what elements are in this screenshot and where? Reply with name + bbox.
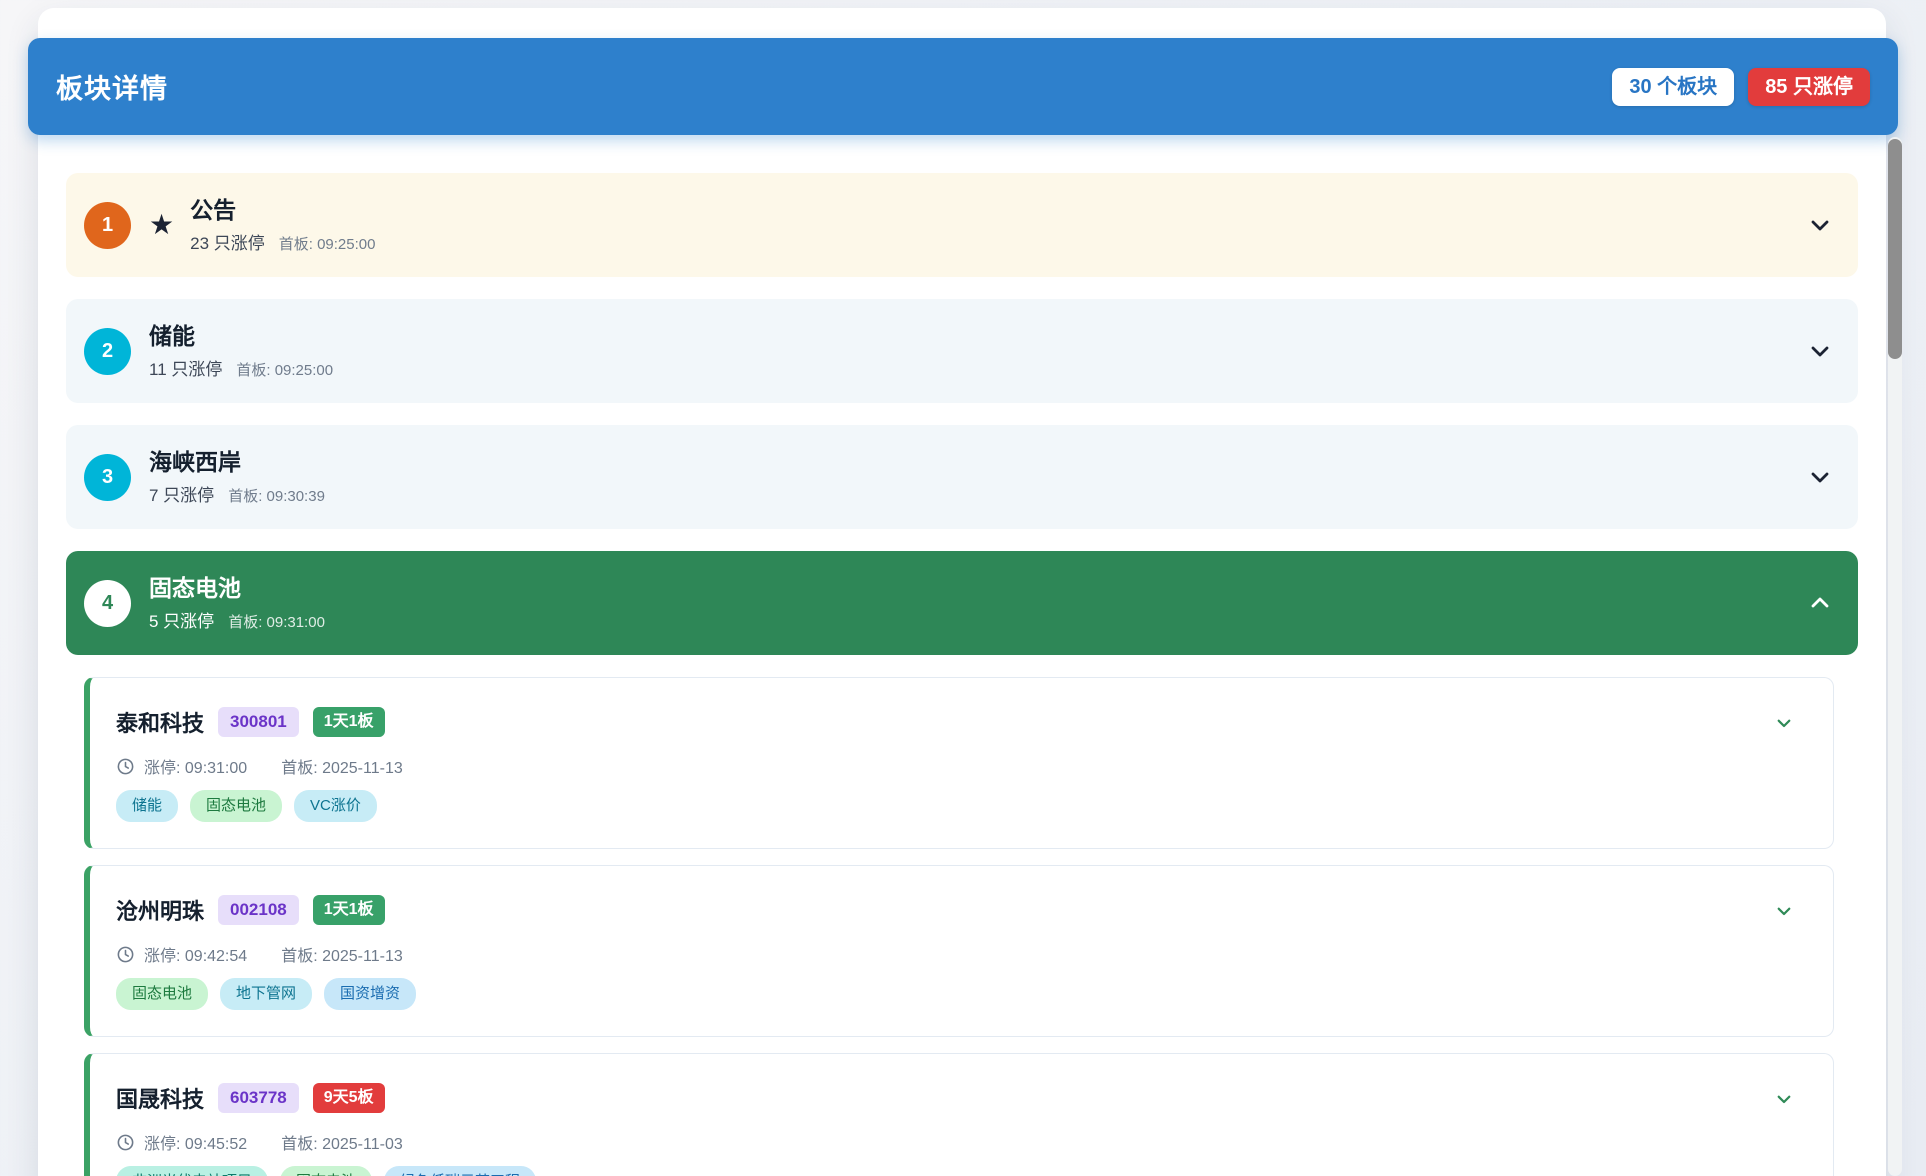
chevron-down-icon[interactable] (1775, 714, 1793, 732)
stock-tags: 固态电池 地下管网 国资增资 (116, 978, 1763, 1010)
chevron-down-icon (1808, 213, 1832, 237)
sector-info: 储能 11 只涨停 首板: 09:25:00 (149, 322, 1808, 381)
chevron-down-icon[interactable] (1775, 1090, 1793, 1108)
tag-pill: 固态电池 (116, 978, 208, 1010)
rank-badge: 2 (84, 328, 131, 375)
scrollbar[interactable] (1888, 137, 1902, 1176)
sector-name: 公告 (190, 196, 1808, 225)
limit-up-time: 涨停: 09:42:54 (144, 942, 247, 966)
limit-up-count: 11 只涨停 (149, 355, 222, 380)
sector-name: 储能 (149, 322, 1808, 351)
stock-name: 泰和科技 (116, 706, 204, 738)
limit-up-time: 涨停: 09:31:00 (144, 754, 247, 778)
tag-pill: 储能 (116, 790, 178, 822)
sector-row-gonggao[interactable]: 1 ★ 公告 23 只涨停 首板: 09:25:00 (66, 173, 1858, 277)
tag-pill: VC涨价 (294, 790, 377, 822)
stock-card-list: 泰和科技 300801 1天1板 涨停: 09:31:00 首板: 2025-1… (84, 677, 1834, 1176)
sector-list: 1 ★ 公告 23 只涨停 首板: 09:25:00 2 储能 11 只涨停 首… (38, 135, 1886, 1176)
stock-tags: 储能 固态电池 VC涨价 (116, 790, 1763, 822)
stock-code-badge: 603778 (218, 1083, 299, 1113)
stock-title-row: 沧州明珠 002108 1天1板 (116, 894, 1763, 926)
clock-icon (116, 1133, 135, 1152)
star-icon: ★ (149, 211, 174, 239)
sector-meta: 23 只涨停 首板: 09:25:00 (190, 229, 1808, 254)
limit-up-count: 7 只涨停 (149, 481, 214, 506)
sector-meta: 7 只涨停 首板: 09:30:39 (149, 481, 1808, 506)
clock-icon (116, 757, 135, 776)
stock-meta-row: 涨停: 09:42:54 首板: 2025-11-13 (116, 942, 1763, 966)
sector-row-haixiaxian[interactable]: 3 海峡西岸 7 只涨停 首板: 09:30:39 (66, 425, 1858, 529)
tag-pill: 固态电池 (280, 1166, 372, 1176)
header-badges: 30 个板块 85 只涨停 (1612, 68, 1870, 106)
stock-meta-row: 涨停: 09:31:00 首板: 2025-11-13 (116, 754, 1763, 778)
clock-icon (116, 945, 135, 964)
sector-info: 固态电池 5 只涨停 首板: 09:31:00 (149, 574, 1808, 633)
first-board-date: 首板: 2025-11-13 (281, 754, 403, 778)
chevron-down-icon (1808, 339, 1832, 363)
chevron-down-icon[interactable] (1775, 902, 1793, 920)
stock-name: 沧州明珠 (116, 894, 204, 926)
sector-count-badge: 30 个板块 (1612, 68, 1734, 106)
tag-pill: 绿色低碳示范工程 (384, 1166, 536, 1176)
first-board-time: 首板: 09:30:39 (228, 485, 325, 506)
stock-code-badge: 002108 (218, 895, 299, 925)
streak-badge: 1天1板 (313, 707, 385, 737)
limit-up-count-badge: 85 只涨停 (1748, 68, 1870, 106)
chevron-up-icon (1808, 591, 1832, 615)
stock-card-guoshengkeji: 国晟科技 603778 9天5板 涨停: 09:45:52 首板: 2025-1… (84, 1053, 1834, 1176)
sector-info: 公告 23 只涨停 首板: 09:25:00 (190, 196, 1808, 255)
sector-row-gutaidianchi[interactable]: 4 固态电池 5 只涨停 首板: 09:31:00 (66, 551, 1858, 655)
stock-title-row: 国晟科技 603778 9天5板 (116, 1082, 1763, 1114)
stock-card-taihekeji: 泰和科技 300801 1天1板 涨停: 09:31:00 首板: 2025-1… (84, 677, 1834, 849)
sector-row-chuneng[interactable]: 2 储能 11 只涨停 首板: 09:25:00 (66, 299, 1858, 403)
sector-meta: 11 只涨停 首板: 09:25:00 (149, 355, 1808, 380)
page-title: 板块详情 (56, 67, 168, 106)
first-board-time: 首板: 09:25:00 (236, 359, 333, 380)
tag-pill: 地下管网 (220, 978, 312, 1010)
stock-meta-row: 涨停: 09:45:52 首板: 2025-11-03 (116, 1130, 1763, 1154)
tag-pill: 固态电池 (190, 790, 282, 822)
sector-detail-panel: 板块详情 30 个板块 85 只涨停 1 ★ 公告 23 只涨停 首板: 09:… (38, 8, 1886, 1176)
sector-meta: 5 只涨停 首板: 09:31:00 (149, 607, 1808, 632)
tag-pill: 国资增资 (324, 978, 416, 1010)
stock-tags: 非洲光伏电站项目 固态电池 绿色低碳示范工程 (116, 1166, 1763, 1176)
streak-badge: 1天1板 (313, 895, 385, 925)
first-board-time: 首板: 09:25:00 (279, 233, 376, 254)
streak-badge: 9天5板 (313, 1083, 385, 1113)
first-board-date: 首板: 2025-11-13 (281, 942, 403, 966)
limit-up-count: 23 只涨停 (190, 229, 265, 254)
panel-header: 板块详情 30 个板块 85 只涨停 (28, 38, 1898, 135)
rank-badge: 3 (84, 454, 131, 501)
chevron-down-icon (1808, 465, 1832, 489)
tag-pill: 非洲光伏电站项目 (116, 1166, 268, 1176)
first-board-time: 首板: 09:31:00 (228, 611, 325, 632)
rank-badge: 4 (84, 580, 131, 627)
sector-name: 固态电池 (149, 574, 1808, 603)
rank-badge: 1 (84, 202, 131, 249)
stock-name: 国晟科技 (116, 1082, 204, 1114)
limit-up-time: 涨停: 09:45:52 (144, 1130, 247, 1154)
scrollbar-thumb[interactable] (1888, 139, 1902, 359)
sector-name: 海峡西岸 (149, 448, 1808, 477)
first-board-date: 首板: 2025-11-03 (281, 1130, 403, 1154)
limit-up-count: 5 只涨停 (149, 607, 214, 632)
stock-code-badge: 300801 (218, 707, 299, 737)
stock-card-cangzhoumingzhu: 沧州明珠 002108 1天1板 涨停: 09:42:54 首板: 2025-1… (84, 865, 1834, 1037)
stock-title-row: 泰和科技 300801 1天1板 (116, 706, 1763, 738)
sector-info: 海峡西岸 7 只涨停 首板: 09:30:39 (149, 448, 1808, 507)
